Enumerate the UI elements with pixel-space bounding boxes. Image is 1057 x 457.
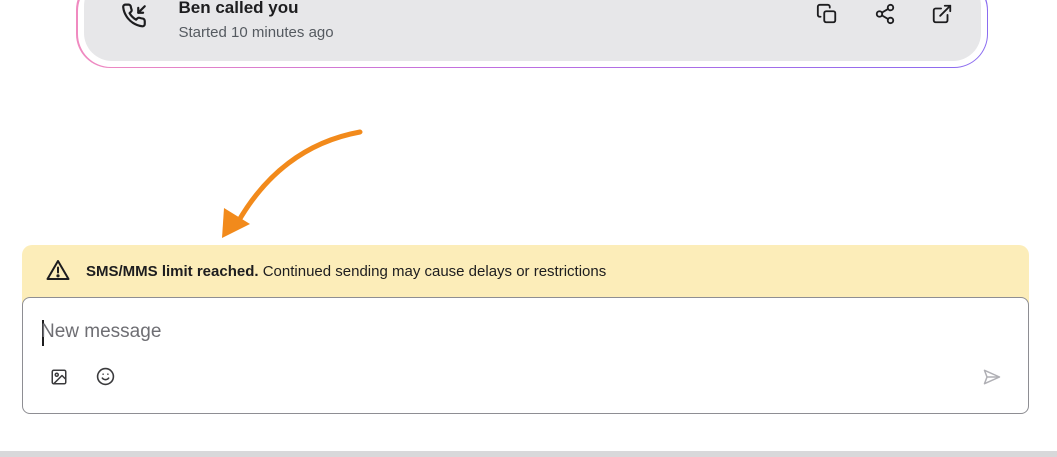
call-card-body: Ben called you Started 10 minutes ago xyxy=(83,0,981,61)
send-button[interactable] xyxy=(981,368,1003,390)
bottom-divider-bar xyxy=(0,451,1057,457)
incoming-call-icon xyxy=(121,3,148,29)
call-summary-card[interactable]: Ben called you Started 10 minutes ago xyxy=(76,0,988,68)
warning-message: SMS/MMS limit reached. Continued sending… xyxy=(86,263,606,280)
call-card-inner: Ben called you Started 10 minutes ago xyxy=(77,0,987,67)
share-button[interactable] xyxy=(872,3,898,30)
send-icon xyxy=(982,367,1002,392)
call-subtitle: Started 10 minutes ago xyxy=(178,23,334,41)
curved-arrow-icon xyxy=(210,120,380,250)
copy-icon xyxy=(816,3,838,30)
open-external-button[interactable] xyxy=(929,4,955,30)
message-composer xyxy=(22,297,1029,414)
warning-title: SMS/MMS limit reached. xyxy=(86,263,259,280)
emoji-icon xyxy=(96,367,115,391)
message-input[interactable] xyxy=(41,319,971,345)
emoji-button[interactable] xyxy=(94,367,116,391)
share-icon xyxy=(874,3,896,30)
warning-triangle-icon xyxy=(46,259,70,281)
call-title: Ben called you xyxy=(178,0,299,17)
image-icon xyxy=(50,368,68,391)
external-link-icon xyxy=(931,3,953,30)
copy-button[interactable] xyxy=(814,3,840,30)
attach-image-button[interactable] xyxy=(48,368,70,390)
warning-detail: Continued sending may cause delays or re… xyxy=(258,263,607,280)
